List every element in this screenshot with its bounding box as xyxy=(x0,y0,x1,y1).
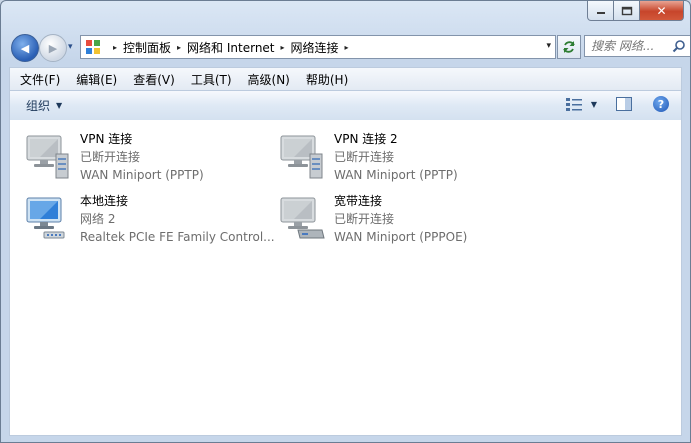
connection-name: VPN 连接 xyxy=(80,132,133,146)
address-history-dropdown[interactable]: ▾ xyxy=(546,41,551,51)
breadcrumb-arrow-icon[interactable]: ▸ xyxy=(345,43,349,52)
connection-device: Realtek PCIe FE Family Control... xyxy=(80,230,275,244)
breadcrumb-network-connections[interactable]: 网络连接 xyxy=(291,39,339,56)
breadcrumb-arrow-icon[interactable]: ▸ xyxy=(177,43,181,52)
menu-file[interactable]: 文件(F) xyxy=(14,71,66,88)
connections-view: VPN 连接 已断开连接 WAN Miniport (PPTP) VPN 连接 … xyxy=(9,120,682,436)
refresh-icon xyxy=(563,41,575,53)
menu-tools[interactable]: 工具(T) xyxy=(185,71,238,88)
forward-button[interactable]: ▶ xyxy=(39,34,67,62)
close-icon: ✕ xyxy=(656,3,667,18)
connection-item-broadband[interactable]: 宽带连接 已断开连接 WAN Miniport (PPPOE) xyxy=(278,192,528,250)
connection-status: 已断开连接 xyxy=(80,150,141,164)
menu-advanced[interactable]: 高级(N) xyxy=(242,71,296,88)
organize-label: 组织 xyxy=(26,99,51,113)
breadcrumb-arrow-icon[interactable]: ▸ xyxy=(281,43,285,52)
menu-bar: 文件(F) 编辑(E) 查看(V) 工具(T) 高级(N) 帮助(H) xyxy=(9,67,682,90)
view-controls: ▼ ? xyxy=(565,96,669,112)
control-panel-icon xyxy=(85,39,101,55)
explorer-window: ✕ ◀ ▶ ▾ ▸ 控制面板 ▸ 网络和 Internet ▸ 网络连接 ▸ ▾… xyxy=(0,0,691,443)
caption-buttons: ✕ xyxy=(587,1,684,21)
refresh-button[interactable] xyxy=(557,35,581,59)
broadband-connection-icon xyxy=(278,194,328,244)
connection-status: 已断开连接 xyxy=(334,150,395,164)
back-button[interactable]: ◀ xyxy=(11,34,39,62)
help-button[interactable]: ? xyxy=(653,96,669,112)
search-icon xyxy=(672,40,685,53)
organize-dropdown-icon: ▼ xyxy=(56,101,63,110)
forward-arrow-icon: ▶ xyxy=(48,41,58,55)
close-button[interactable]: ✕ xyxy=(640,1,684,21)
search-input[interactable] xyxy=(591,39,665,53)
recent-pages-dropdown[interactable]: ▾ xyxy=(68,42,73,52)
search-box[interactable] xyxy=(584,35,690,57)
connection-item-vpn[interactable]: VPN 连接 已断开连接 WAN Miniport (PPTP) xyxy=(24,130,274,188)
connection-status: 网络 2 xyxy=(80,212,116,226)
breadcrumb-arrow-icon[interactable]: ▸ xyxy=(113,43,117,52)
organize-button[interactable]: 组织 ▼ xyxy=(26,97,62,114)
breadcrumb-control-panel[interactable]: 控制面板 xyxy=(123,39,171,56)
preview-pane-button[interactable] xyxy=(615,96,633,112)
maximize-icon xyxy=(621,6,632,15)
connection-status: 已断开连接 xyxy=(334,212,395,226)
menu-view[interactable]: 查看(V) xyxy=(127,71,181,88)
minimize-button[interactable] xyxy=(587,1,614,21)
connection-item-vpn-2[interactable]: VPN 连接 2 已断开连接 WAN Miniport (PPTP) xyxy=(278,130,528,188)
change-view-button[interactable] xyxy=(565,96,583,112)
help-icon: ? xyxy=(653,96,669,112)
preview-pane-icon xyxy=(616,97,632,111)
menu-help[interactable]: 帮助(H) xyxy=(300,71,354,88)
connection-item-local[interactable]: 本地连接 网络 2 Realtek PCIe FE Family Control… xyxy=(24,192,275,250)
connection-name: 本地连接 xyxy=(80,194,129,208)
vpn-connection-icon xyxy=(278,132,328,182)
command-bar: 组织 ▼ ▼ ? xyxy=(9,90,682,121)
connection-name: VPN 连接 2 xyxy=(334,132,398,146)
view-details-icon xyxy=(565,98,582,111)
breadcrumb-network-internet[interactable]: 网络和 Internet xyxy=(187,39,274,56)
vpn-connection-icon xyxy=(24,132,74,182)
connection-device: WAN Miniport (PPTP) xyxy=(334,168,458,182)
back-arrow-icon: ◀ xyxy=(20,41,30,55)
maximize-button[interactable] xyxy=(614,1,640,21)
menu-edit[interactable]: 编辑(E) xyxy=(70,71,123,88)
navigation-bar: ◀ ▶ ▾ ▸ 控制面板 ▸ 网络和 Internet ▸ 网络连接 ▸ ▾ xyxy=(9,32,690,62)
address-bar[interactable]: ▸ 控制面板 ▸ 网络和 Internet ▸ 网络连接 ▸ ▾ xyxy=(80,35,556,59)
minimize-icon xyxy=(596,11,605,14)
connection-device: WAN Miniport (PPPOE) xyxy=(334,230,468,244)
more-views-dropdown[interactable]: ▼ xyxy=(591,100,597,109)
lan-connection-icon xyxy=(24,194,74,244)
connection-name: 宽带连接 xyxy=(334,194,383,208)
connection-device: WAN Miniport (PPTP) xyxy=(80,168,204,182)
